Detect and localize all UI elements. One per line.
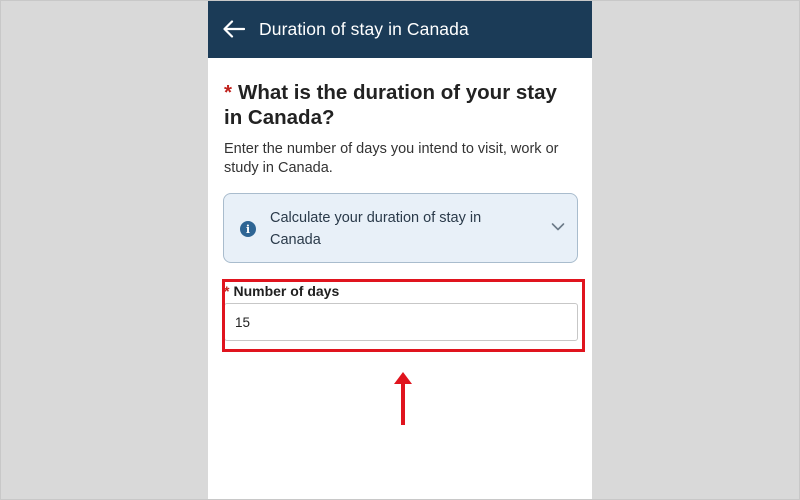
duration-calculator-toggle[interactable]: i Calculate your duration of stay in Can… [223, 193, 578, 263]
info-icon: i [240, 221, 256, 237]
help-text: Enter the number of days you intend to v… [224, 141, 559, 176]
arrow-left-icon [223, 20, 245, 38]
question-heading: * What is the duration of your stay in Ca… [224, 80, 564, 130]
info-card-label: Calculate your duration of stay in Canad… [270, 210, 482, 248]
page-title: Duration of stay in Canada [259, 19, 469, 39]
question-text: What is the duration of your stay in Can… [224, 81, 557, 129]
number-of-days-input[interactable] [224, 303, 578, 341]
required-marker: * [224, 283, 230, 299]
back-button[interactable] [222, 17, 246, 41]
required-marker: * [224, 81, 232, 104]
app-bar: Duration of stay in Canada [208, 0, 592, 58]
annotation-arrow-up-icon [394, 372, 412, 425]
days-field-label: * Number of days [224, 282, 339, 300]
days-field-label-text: Number of days [233, 283, 340, 299]
chevron-down-icon [551, 223, 565, 231]
